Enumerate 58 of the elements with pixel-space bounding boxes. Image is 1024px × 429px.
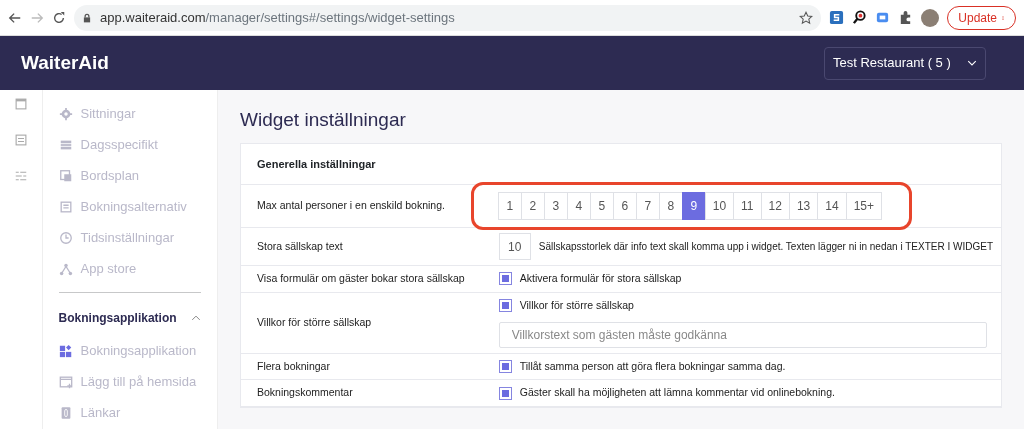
setting-label: Bokningskommentar — [241, 379, 483, 407]
checkbox[interactable] — [498, 359, 512, 373]
document-icon[interactable] — [14, 134, 27, 146]
avatar[interactable] — [921, 8, 940, 27]
checkbox-label: Tillåt samma person att göra flera bokningar samma dag. — [519, 358, 786, 374]
url-text: app.waiteraid.com/manager/settings#/settings/widget-settings — [100, 8, 456, 27]
page-title: Widget inställningar — [240, 108, 407, 132]
setting-label: Visa formulär om gäster bokar stora sällskap — [241, 265, 483, 293]
option-button[interactable]: 12 — [760, 192, 790, 220]
logo[interactable]: WaiterAid — [21, 48, 109, 78]
option-button[interactable]: 10 — [704, 192, 735, 220]
setting-label: Stora sällskap text — [241, 227, 483, 266]
setting-label: Flera bokningar — [241, 353, 483, 380]
checkbox-label: Aktivera formulär för stora sällskap — [519, 271, 682, 286]
setting-label: Max antal personer i en enskild bokning. — [241, 184, 483, 228]
option-button[interactable]: 6 — [612, 192, 637, 220]
sidebar-section-header[interactable]: Bokningsapplikation — [58, 301, 201, 335]
chevron-down-icon — [967, 58, 977, 68]
extension-s-icon[interactable] — [829, 10, 845, 25]
option-button[interactable]: 1 — [497, 192, 522, 220]
update-button[interactable]: Update — [947, 5, 1016, 30]
option-button[interactable]: 15+ — [845, 192, 882, 220]
nodes-icon — [58, 261, 73, 276]
star-icon[interactable] — [799, 10, 814, 25]
chevron-up-icon — [191, 313, 201, 323]
lock-icon — [82, 12, 92, 23]
address-bar[interactable]: app.waiteraid.com/manager/settings#/settings/widget-settings — [74, 4, 822, 31]
clock-icon — [58, 230, 73, 245]
checkbox[interactable] — [498, 386, 512, 400]
magnifier-icon[interactable] — [852, 10, 868, 25]
card-title: Generella inställningar — [256, 156, 377, 172]
reload-icon[interactable] — [52, 10, 66, 25]
window-add-icon — [58, 374, 73, 389]
option-button[interactable]: 8 — [658, 192, 683, 220]
checkbox[interactable] — [498, 272, 512, 286]
option-button[interactable]: 11 — [733, 192, 762, 220]
help-text: Sällskapsstorlek där info text skall komma upp i widget. Texten lägger ni in nedan i TEXTER I WIDGET — [538, 240, 993, 254]
option-button[interactable]: 7 — [635, 192, 660, 220]
checkbox-label: Gäster skall ha möjligheten att lämna kommentar vid onlinebokning. — [519, 385, 835, 401]
option-button[interactable]: 13 — [788, 192, 819, 220]
text-field[interactable]: Villkorstext som gästen måste godkänna — [498, 321, 987, 348]
number-field[interactable]: 10 — [498, 233, 531, 260]
checkbox-label: Villkor för större sällskap — [519, 297, 634, 313]
option-button[interactable]: 2 — [520, 192, 545, 220]
window-icon[interactable] — [14, 98, 27, 110]
option-button[interactable]: 3 — [543, 192, 568, 220]
option-button[interactable]: 5 — [589, 192, 614, 220]
back-arrow-icon[interactable] — [8, 10, 22, 25]
restaurant-dropdown[interactable]: Test Restaurant ( 5 ) — [824, 46, 986, 80]
apps-icon — [58, 343, 73, 358]
setting-label: Villkor för större sällskap — [241, 292, 483, 353]
checkbox[interactable] — [498, 299, 512, 313]
option-button[interactable]: 14 — [817, 192, 847, 220]
option-button[interactable]: 9 — [681, 192, 706, 220]
grid-icon — [58, 168, 73, 183]
option-button[interactable]: 4 — [566, 192, 591, 220]
document-icon — [58, 199, 73, 214]
extension-tag-icon[interactable] — [875, 10, 891, 25]
